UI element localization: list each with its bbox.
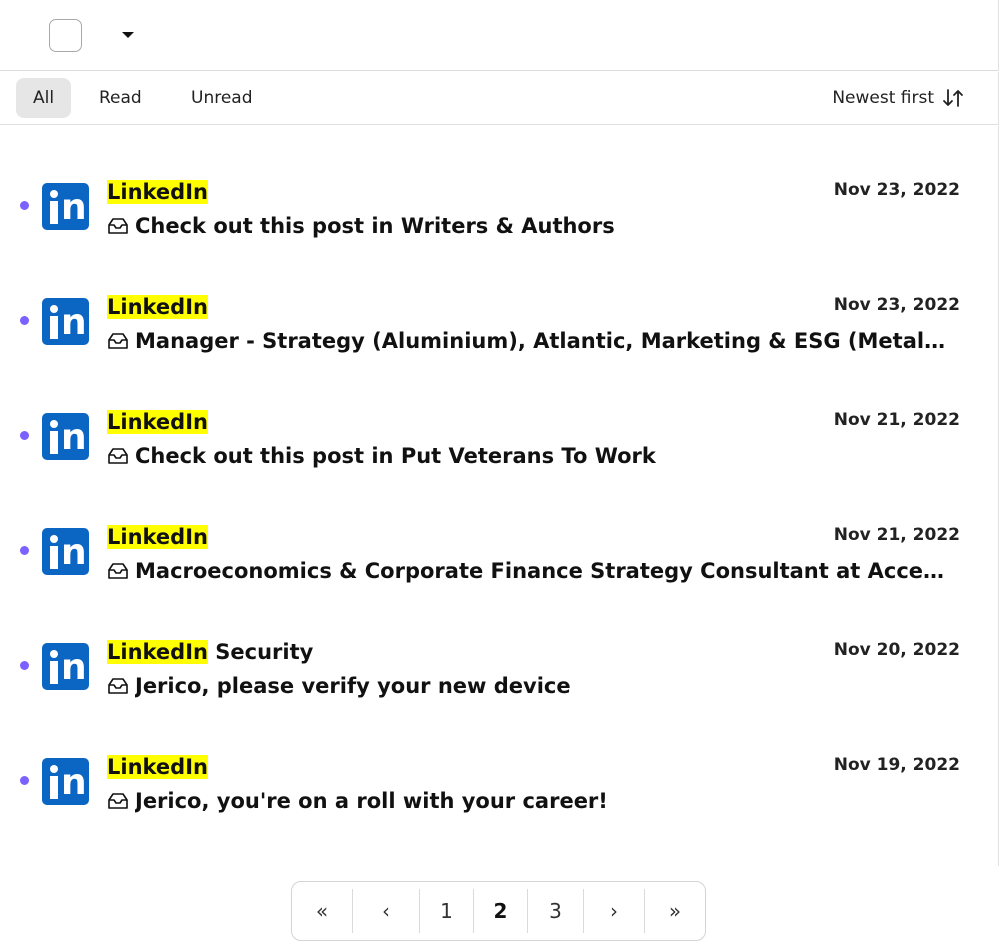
- last-page-button[interactable]: »: [645, 889, 705, 933]
- linkedin-logo-icon: n: [42, 528, 89, 575]
- unread-dot-icon: [20, 546, 29, 555]
- message-sender: LinkedIn Security: [107, 640, 313, 664]
- unread-dot-icon: [20, 776, 29, 785]
- filter-bar: All Read Unread Newest first: [0, 72, 999, 125]
- message-date: Nov 21, 2022: [833, 410, 960, 430]
- toolbar: [0, 0, 999, 71]
- page-button-1[interactable]: 1: [420, 889, 474, 933]
- page-button-3[interactable]: 3: [528, 889, 584, 933]
- tab-all[interactable]: All: [16, 78, 72, 118]
- envelope-open-icon: [108, 793, 128, 809]
- envelope-open-icon: [108, 218, 128, 234]
- tab-unread[interactable]: Unread: [174, 78, 270, 118]
- envelope-open-icon: [108, 563, 128, 579]
- message-sender: LinkedIn: [107, 410, 208, 434]
- unread-dot-icon: [20, 201, 29, 210]
- first-page-button[interactable]: «: [292, 889, 353, 933]
- subject-text: Check out this post in Put Veterans To W…: [135, 444, 656, 468]
- sender-highlight: LinkedIn: [107, 640, 208, 664]
- select-all-checkbox[interactable]: [49, 19, 82, 52]
- message-date: Nov 19, 2022: [833, 755, 960, 775]
- sender-highlight: LinkedIn: [107, 295, 208, 319]
- message-sender: LinkedIn: [107, 180, 208, 204]
- unread-dot-icon: [20, 431, 29, 440]
- envelope-open-icon: [108, 448, 128, 464]
- sender-highlight: LinkedIn: [107, 755, 208, 779]
- linkedin-logo-icon: n: [42, 758, 89, 805]
- page-button-2[interactable]: 2: [474, 889, 528, 933]
- tab-read[interactable]: Read: [82, 78, 159, 118]
- sender-rest: Security: [207, 640, 314, 664]
- linkedin-logo-icon: n: [42, 643, 89, 690]
- message-date: Nov 23, 2022: [833, 180, 960, 200]
- subject-text: Macroeconomics & Corporate Finance Strat…: [135, 559, 957, 583]
- sort-button[interactable]: Newest first: [832, 78, 964, 118]
- unread-dot-icon: [20, 661, 29, 670]
- message-subject: Jerico, please verify your new device: [107, 674, 957, 698]
- message-sender: LinkedIn: [107, 755, 208, 779]
- message-row[interactable]: n LinkedIn Macroeconomics & Corporate Fina…: [0, 523, 999, 638]
- message-row[interactable]: n LinkedIn Jerico, you're on a roll with y…: [0, 753, 999, 868]
- message-sender: LinkedIn: [107, 525, 208, 549]
- message-date: Nov 21, 2022: [833, 525, 960, 545]
- sort-arrows-icon: [943, 89, 963, 107]
- message-row[interactable]: n LinkedIn Check out this post in Put Vete…: [0, 408, 999, 523]
- sender-highlight: LinkedIn: [107, 180, 208, 204]
- sort-label: Newest first: [832, 88, 934, 108]
- subject-text: Jerico, you're on a roll with your caree…: [135, 789, 608, 813]
- message-row[interactable]: n LinkedIn Check out this post in Writers …: [0, 178, 999, 293]
- message-row[interactable]: n LinkedIn Manager - Strategy (Aluminium),…: [0, 293, 999, 408]
- sender-highlight: LinkedIn: [107, 410, 208, 434]
- pagination: « ‹ 1 2 3 › »: [291, 881, 706, 941]
- message-subject: Check out this post in Writers & Authors: [107, 214, 957, 238]
- message-subject: Manager - Strategy (Aluminium), Atlantic…: [107, 329, 957, 353]
- message-sender: LinkedIn: [107, 295, 208, 319]
- linkedin-logo-icon: n: [42, 413, 89, 460]
- message-subject: Check out this post in Put Veterans To W…: [107, 444, 957, 468]
- unread-dot-icon: [20, 316, 29, 325]
- envelope-open-icon: [108, 333, 128, 349]
- message-list: n LinkedIn Check out this post in Writers …: [0, 126, 999, 866]
- envelope-open-icon: [108, 678, 128, 694]
- message-subject: Macroeconomics & Corporate Finance Strat…: [107, 559, 957, 583]
- linkedin-logo-icon: n: [42, 298, 89, 345]
- linkedin-logo-icon: n: [42, 183, 89, 230]
- sender-highlight: LinkedIn: [107, 525, 208, 549]
- subject-text: Manager - Strategy (Aluminium), Atlantic…: [135, 329, 957, 353]
- select-dropdown-caret-icon[interactable]: [122, 32, 134, 38]
- subject-text: Jerico, please verify your new device: [135, 674, 571, 698]
- message-row[interactable]: n LinkedIn Security Jerico, please verify …: [0, 638, 999, 753]
- subject-text: Check out this post in Writers & Authors: [135, 214, 615, 238]
- next-page-button[interactable]: ›: [584, 889, 645, 933]
- prev-page-button[interactable]: ‹: [353, 889, 420, 933]
- message-subject: Jerico, you're on a roll with your caree…: [107, 789, 957, 813]
- message-date: Nov 23, 2022: [833, 295, 960, 315]
- message-date: Nov 20, 2022: [833, 640, 960, 660]
